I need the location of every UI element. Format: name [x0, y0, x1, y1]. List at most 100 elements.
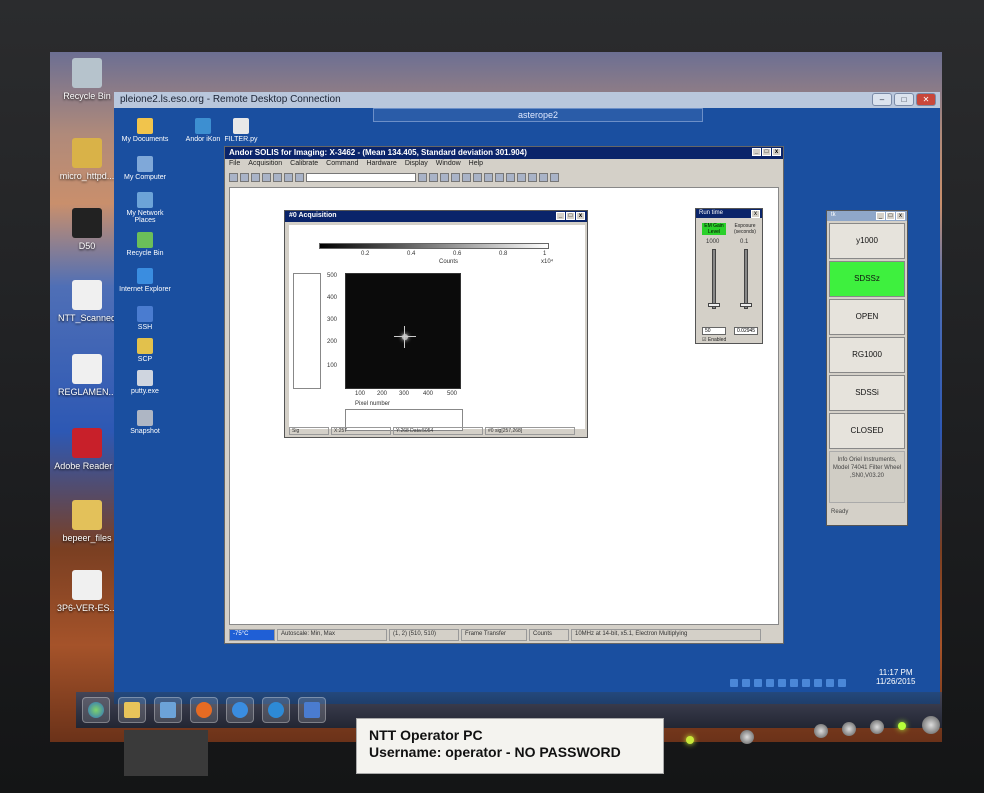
remote-icon-my-documents[interactable]: My Documents: [118, 118, 172, 143]
filter-wheel-window[interactable]: tk _ □ x y1000 SDSSz OPEN RG1000 SDSSi CLOS…: [826, 210, 908, 526]
minimize-button[interactable]: _: [752, 148, 761, 156]
stop-icon[interactable]: [273, 172, 282, 182]
acquisition-window[interactable]: #0 Acquisition _ □ x 0.2 0.4 0.6 0.8 1 Cou…: [284, 210, 588, 438]
rdc-titlebar[interactable]: pleione2.ls.eso.org - Remote Desktop Con…: [114, 92, 940, 108]
open-icon[interactable]: [229, 172, 238, 182]
display-icon[interactable]: [506, 172, 515, 182]
tray-icon[interactable]: [778, 679, 786, 687]
filter-button-open[interactable]: OPEN: [829, 299, 905, 335]
emgain-slider[interactable]: [712, 249, 716, 309]
taskbar-network[interactable]: [154, 697, 182, 723]
print-icon[interactable]: [251, 172, 260, 182]
acquisition-titlebar[interactable]: #0 Acquisition _ □ x: [285, 211, 587, 222]
taskbar-ie[interactable]: [226, 697, 254, 723]
zoom-icon[interactable]: [284, 172, 293, 182]
close-button[interactable]: x: [896, 212, 905, 220]
system-clock[interactable]: 11:17 PM 11/26/2015: [876, 668, 915, 686]
help-icon[interactable]: [440, 172, 449, 182]
run-icon[interactable]: [262, 172, 271, 182]
desktop-icon-d50[interactable]: D50: [54, 208, 120, 251]
desktop-icon-micro-httpd[interactable]: micro_httpd...: [54, 138, 120, 181]
tray-icon[interactable]: [838, 679, 846, 687]
remote-icon-internet-explorer[interactable]: Internet Explorer: [118, 268, 172, 293]
minimize-button[interactable]: _: [876, 212, 885, 220]
close-button[interactable]: ✕: [916, 93, 936, 106]
exposure-slider-thumb[interactable]: [740, 303, 752, 307]
menu-command[interactable]: Command: [326, 160, 358, 169]
taskbar-app[interactable]: [262, 697, 290, 723]
menu-calibrate[interactable]: Calibrate: [290, 160, 318, 169]
toolbar-dropdown[interactable]: [306, 172, 416, 182]
menu-window[interactable]: Window: [436, 160, 461, 169]
grid-icon[interactable]: [517, 172, 526, 182]
desktop-icon-ntt-scanned[interactable]: NTT_Scanned: [54, 280, 120, 323]
ccd-image[interactable]: [345, 273, 461, 389]
runtime-window[interactable]: Run time x EM Gain Level Exposure (second…: [695, 208, 763, 344]
emgain-input[interactable]: 50: [702, 327, 726, 335]
remote-icon-network[interactable]: My Network Places: [118, 192, 172, 224]
filter-button-rg1000[interactable]: RG1000: [829, 337, 905, 373]
maximize-button[interactable]: □: [566, 212, 575, 220]
remote-icon-scp[interactable]: SCP: [118, 338, 172, 363]
remote-icon-my-computer[interactable]: My Computer: [118, 156, 172, 181]
close-button[interactable]: x: [772, 148, 781, 156]
maximize-button[interactable]: □: [762, 148, 771, 156]
menu-acquisition[interactable]: Acquisition: [248, 160, 282, 169]
taskbar-rdc[interactable]: [298, 697, 326, 723]
exposure-slider[interactable]: [744, 249, 748, 309]
monitor-button[interactable]: [842, 722, 856, 736]
play-icon[interactable]: [528, 172, 537, 182]
enabled-checkbox[interactable]: ☑ Enabled: [702, 337, 726, 343]
save-icon[interactable]: [240, 172, 249, 182]
remote-icon-putty[interactable]: putty.exe: [118, 370, 172, 395]
desktop-icon-3p6[interactable]: 3P6-VER-ES...: [54, 570, 120, 613]
tray-icon[interactable]: [754, 679, 762, 687]
remote-icon-snapshot[interactable]: Snapshot: [118, 410, 172, 435]
desktop-icon-adobe-reader[interactable]: Adobe Reader 9: [54, 428, 120, 471]
desktop-icon-bepeer-files[interactable]: bepeer_files: [54, 500, 120, 543]
remote-icon-recycle-bin[interactable]: Recycle Bin: [118, 232, 172, 257]
tray-icon[interactable]: [802, 679, 810, 687]
shutter-icon[interactable]: [473, 172, 482, 182]
taskbar-firefox[interactable]: [190, 697, 218, 723]
taskbar-explorer[interactable]: [118, 697, 146, 723]
filter-titlebar[interactable]: tk _ □ x: [827, 211, 907, 221]
colorbar[interactable]: [319, 243, 549, 249]
tray-icon[interactable]: [766, 679, 774, 687]
close-button[interactable]: x: [576, 212, 585, 220]
acquire-icon[interactable]: [418, 172, 427, 182]
minimize-button[interactable]: _: [556, 212, 565, 220]
solis-titlebar[interactable]: Andor SOLIS for Imaging: X-3462 - (Mean …: [225, 147, 783, 159]
menu-display[interactable]: Display: [405, 160, 428, 169]
runtime-titlebar[interactable]: Run time x: [696, 209, 762, 218]
filter-button-sdssi[interactable]: SDSSi: [829, 375, 905, 411]
monitor-button[interactable]: [870, 720, 884, 734]
kinetic-icon[interactable]: [484, 172, 493, 182]
minimize-button[interactable]: –: [872, 93, 892, 106]
menu-help[interactable]: Help: [469, 160, 483, 169]
filter-button-closed[interactable]: CLOSED: [829, 413, 905, 449]
temperature-icon[interactable]: [462, 172, 471, 182]
filter-button-y1000[interactable]: y1000: [829, 223, 905, 259]
monitor-button[interactable]: [814, 724, 828, 738]
tray-icon[interactable]: [826, 679, 834, 687]
monitor-power-button[interactable]: [922, 716, 940, 734]
filter-button-sdssz[interactable]: SDSSz: [829, 261, 905, 297]
abort-icon[interactable]: [550, 172, 559, 182]
tray-icon[interactable]: [814, 679, 822, 687]
close-button[interactable]: x: [751, 210, 760, 218]
start-button[interactable]: [82, 697, 110, 723]
remote-icon-ssh[interactable]: SSH: [118, 306, 172, 331]
menu-hardware[interactable]: Hardware: [366, 160, 396, 169]
maximize-button[interactable]: □: [894, 93, 914, 106]
spool-icon[interactable]: [495, 172, 504, 182]
settings-icon[interactable]: [295, 172, 304, 182]
maximize-button[interactable]: □: [886, 212, 895, 220]
rdc-connection-bar[interactable]: asterope2: [373, 108, 703, 122]
pause-icon[interactable]: [539, 172, 548, 182]
tray-icon[interactable]: [730, 679, 738, 687]
remote-icon-filter-py[interactable]: FILTER.py: [214, 118, 268, 143]
monitor-button[interactable]: [740, 730, 754, 744]
emgain-slider-thumb[interactable]: [708, 303, 720, 307]
desktop-icon-reglamen[interactable]: REGLAMEN...: [54, 354, 120, 397]
